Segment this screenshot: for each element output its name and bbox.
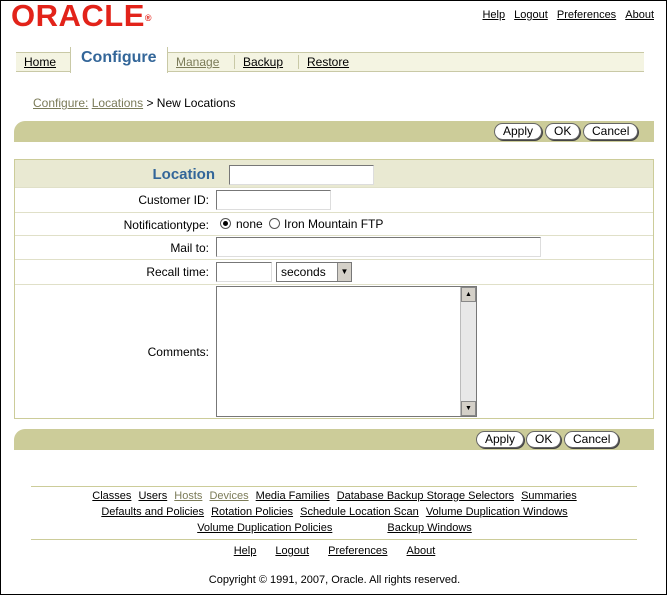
scroll-down-icon[interactable]: ▼ [461, 401, 476, 416]
copyright: Copyright © 1991, 2007, Oracle. All righ… [208, 574, 461, 586]
footer-link-schedule-location-scan[interactable]: Schedule Location Scan [300, 506, 419, 518]
footer-link-volume-duplication-policies[interactable]: Volume Duplication Policies [197, 522, 332, 534]
breadcrumb: Configure: Locations > New Locations [33, 96, 236, 110]
footer-link-defaults-policies[interactable]: Defaults and Policies [101, 506, 204, 518]
apply-button-bottom[interactable]: Apply [476, 431, 525, 448]
page: ORACLE® Help Logout Preferences About Ho… [0, 0, 667, 595]
recall-unit-value: seconds [281, 265, 326, 279]
recall-time-input[interactable] [216, 262, 272, 282]
bottom-action-bar: Apply OK Cancel [14, 429, 654, 450]
footer-link-devices[interactable]: Devices [209, 490, 248, 502]
footer-link-storage-selectors[interactable]: Database Backup Storage Selectors [337, 490, 514, 502]
comments-textarea[interactable]: ▲ ▼ [216, 286, 477, 417]
global-links-top: Help Logout Preferences About [476, 9, 654, 21]
footer-global-links: Help Logout Preferences About [1, 545, 667, 557]
tab-bar: Home Configure Manage Backup Restore [16, 47, 644, 73]
customer-id-label: Customer ID: [138, 193, 209, 207]
cancel-button-bottom[interactable]: Cancel [564, 431, 620, 448]
location-input[interactable] [229, 165, 374, 185]
footer-logout-link[interactable]: Logout [275, 545, 309, 557]
notification-none-label: none [236, 217, 263, 231]
footer-link-summaries[interactable]: Summaries [521, 490, 577, 502]
about-link[interactable]: About [625, 9, 654, 21]
registered-mark: ® [144, 13, 153, 23]
notification-row: Notificationtype: none Iron Mountain FTP [15, 213, 653, 236]
tab-home[interactable]: Home [24, 55, 56, 69]
tab-backup[interactable]: Backup [234, 55, 283, 69]
recall-unit-select[interactable]: seconds ▼ [276, 262, 352, 282]
footer-link-volume-duplication-windows[interactable]: Volume Duplication Windows [426, 506, 568, 518]
notification-none-radio[interactable] [220, 218, 231, 229]
footer-divider-bottom [31, 539, 637, 540]
footer-link-classes[interactable]: Classes [92, 490, 131, 502]
footer-links-row3: Volume Duplication Policies Backup Windo… [1, 522, 667, 534]
tab-configure[interactable]: Configure [70, 47, 168, 73]
scroll-up-icon[interactable]: ▲ [461, 287, 476, 302]
comments-row: Comments: ▲ ▼ [15, 285, 653, 419]
footer-preferences-link[interactable]: Preferences [328, 545, 387, 557]
footer-link-hosts[interactable]: Hosts [174, 490, 202, 502]
mail-to-label: Mail to: [170, 241, 209, 255]
footer-links-row2: Defaults and Policies Rotation Policies … [1, 506, 667, 518]
ok-button-bottom[interactable]: OK [526, 431, 562, 448]
tab-manage[interactable]: Manage [176, 55, 219, 69]
footer-links-row1: Classes Users Hosts Devices Media Famili… [1, 490, 667, 502]
footer-help-link[interactable]: Help [234, 545, 257, 557]
chevron-down-icon[interactable]: ▼ [337, 263, 351, 281]
breadcrumb-separator: > [146, 96, 154, 110]
footer-link-media-families[interactable]: Media Families [256, 490, 330, 502]
mail-to-input[interactable] [216, 237, 541, 257]
breadcrumb-configure[interactable]: Configure: [33, 96, 88, 110]
location-label: Location [152, 166, 216, 183]
oracle-logo: ORACLE® [11, 0, 153, 33]
mail-to-row: Mail to: [15, 236, 653, 260]
footer-link-rotation-policies[interactable]: Rotation Policies [211, 506, 293, 518]
customer-id-row: Customer ID: [15, 188, 653, 213]
apply-button-top[interactable]: Apply [494, 123, 543, 140]
location-row: Location [15, 160, 653, 188]
top-action-bar: Apply OK Cancel [14, 121, 654, 142]
breadcrumb-locations[interactable]: Locations [92, 96, 143, 110]
footer-about-link[interactable]: About [407, 545, 436, 557]
tab-restore[interactable]: Restore [298, 55, 349, 69]
ok-button-top[interactable]: OK [545, 123, 581, 140]
notification-iron-mountain-radio[interactable] [269, 218, 280, 229]
notification-label: Notificationtype: [123, 218, 209, 232]
customer-id-input[interactable] [216, 190, 331, 210]
footer-link-users[interactable]: Users [138, 490, 167, 502]
preferences-link[interactable]: Preferences [557, 9, 616, 21]
logout-link[interactable]: Logout [514, 9, 548, 21]
comments-scrollbar[interactable]: ▲ ▼ [460, 287, 476, 416]
comments-label: Comments: [147, 345, 209, 359]
footer-link-backup-windows[interactable]: Backup Windows [387, 522, 471, 534]
breadcrumb-current: New Locations [156, 96, 236, 110]
recall-time-label: Recall time: [146, 265, 209, 279]
location-form: Location Customer ID: Notificationtype: … [14, 159, 654, 419]
recall-time-row: Recall time: seconds ▼ [15, 260, 653, 285]
cancel-button-top[interactable]: Cancel [583, 123, 639, 140]
help-link[interactable]: Help [482, 9, 505, 21]
footer-divider-top [31, 486, 637, 487]
oracle-logo-text: ORACLE [11, 0, 145, 33]
notification-iron-mountain-label: Iron Mountain FTP [284, 217, 384, 231]
